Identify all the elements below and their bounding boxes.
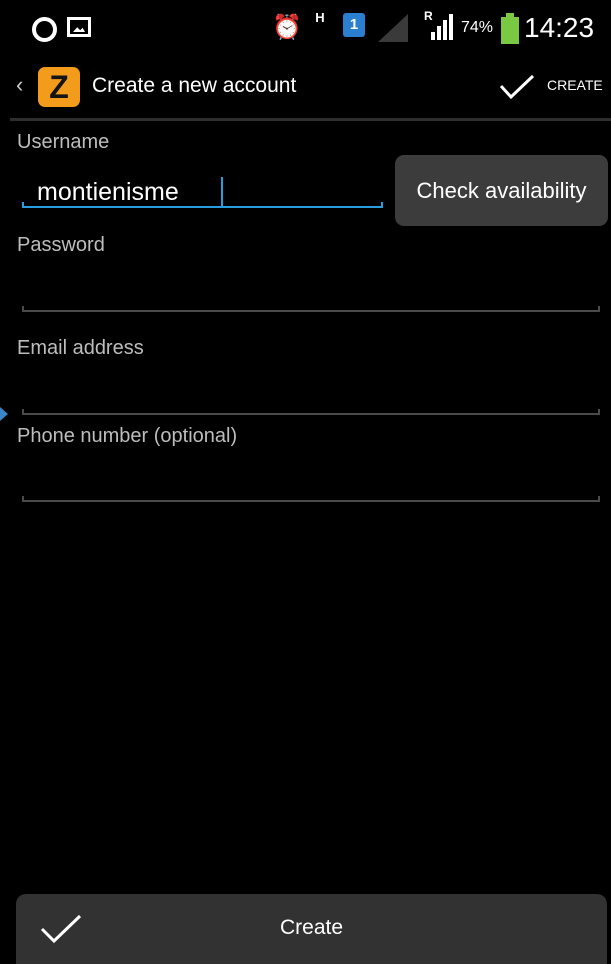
left-edge-pointer [0,407,8,421]
app-logo-icon[interactable] [38,67,80,107]
back-chevron-icon[interactable]: ‹ [16,72,23,98]
phone-label: Phone number (optional) [17,425,238,447]
status-clock: 14:23 [524,12,595,43]
gallery-notification-icon [67,17,91,37]
create-action-button[interactable]: CREATE [547,77,603,93]
signal-bars-icon [431,14,453,40]
create-button[interactable]: Create [16,894,607,964]
app-screen: ⏰ H 1 R 74% 14:23 ‹ Create a new account… [10,0,611,964]
action-bar: ‹ Create a new account CREATE [10,54,611,118]
email-underline [22,409,600,415]
email-label: Email address [17,337,144,359]
sim-badge-icon: 1 [343,13,365,37]
password-label: Password [17,234,105,256]
battery-percent: 74% [461,19,494,36]
password-underline [22,306,600,312]
check-availability-button[interactable]: Check availability [395,155,608,226]
email-field[interactable] [22,395,600,415]
page-title: Create a new account [92,74,297,97]
create-button-label: Create [279,916,344,939]
phone-field[interactable] [22,482,600,502]
phone-underline [22,496,600,502]
checkmark-icon[interactable] [499,74,535,100]
username-field[interactable]: montienisme [22,177,383,208]
data-h-icon: H [315,10,325,25]
signal-strength-icon [378,14,408,42]
password-field[interactable] [22,292,600,312]
battery-icon [501,13,519,44]
alarm-clock-icon: ⏰ [272,14,302,41]
username-value: montienisme [37,178,179,206]
notification-circle-icon [32,17,57,42]
username-underline [22,202,383,208]
username-label: Username [17,131,110,153]
status-bar: ⏰ H 1 R 74% 14:23 [10,0,611,50]
text-cursor [221,177,223,208]
action-bar-divider [10,118,611,121]
